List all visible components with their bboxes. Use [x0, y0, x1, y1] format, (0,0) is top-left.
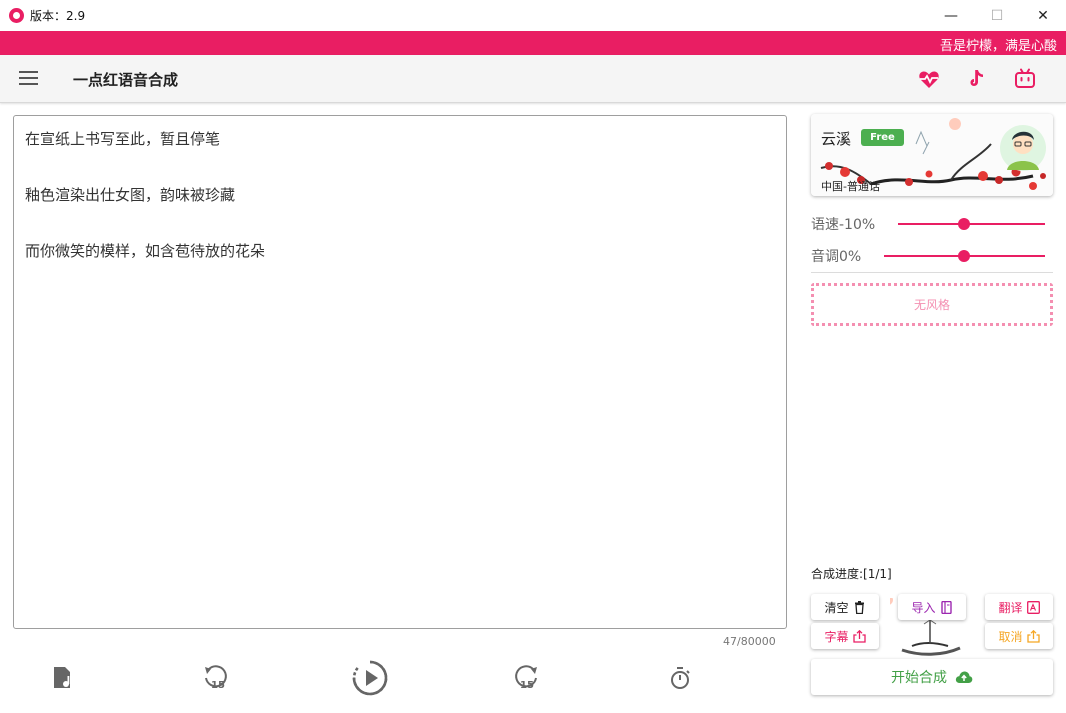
subtitle-button[interactable]: 字幕 [811, 623, 879, 649]
forward-seconds-label: 15 [520, 680, 534, 691]
synthesis-progress: 合成进度:[1/1] [811, 567, 892, 581]
cloud-upload-icon [955, 670, 973, 684]
maximize-button[interactable]: ☐ [974, 0, 1020, 31]
slogan-banner: 吾是柠檬，满是心酸 [0, 31, 1066, 55]
speed-slider-thumb[interactable] [958, 218, 970, 230]
translate-button[interactable]: 翻译 [985, 594, 1053, 620]
window-title-bar: 版本：2.9 — ☐ ✕ [0, 0, 1066, 31]
app-bar: 一点红语音合成 [0, 55, 1066, 103]
style-selector[interactable]: 无风格 [811, 283, 1053, 326]
pitch-slider-thumb[interactable] [958, 250, 970, 262]
trash-icon [853, 600, 866, 614]
menu-icon[interactable] [19, 71, 39, 87]
voice-card[interactable]: 云溪 Free 中国-普通话 [811, 114, 1053, 196]
notebook-icon [940, 600, 953, 614]
start-label: 开始合成 [891, 670, 947, 686]
forward-15-icon[interactable]: 15 [511, 664, 541, 692]
share-icon [1026, 629, 1040, 643]
speed-label: 语速-10% [811, 217, 876, 233]
rewind-15-icon[interactable]: 15 [201, 664, 231, 692]
rewind-seconds-label: 15 [211, 680, 225, 691]
translate-label: 翻译 [998, 600, 1023, 615]
cancel-button[interactable]: 取消 [985, 623, 1053, 649]
import-button[interactable]: 导入 [898, 594, 966, 620]
editor-line[interactable]: 在宣纸上书写至此，暂且停笔 [25, 128, 775, 150]
style-label: 无风格 [913, 298, 950, 312]
voice-locale: 中国-普通话 [821, 180, 880, 193]
editor-line[interactable]: 而你微笑的模样，如含苞待放的花朵 [25, 240, 775, 262]
clear-button[interactable]: 清空 [811, 594, 879, 620]
character-counter: 47/80000 [723, 635, 776, 648]
tiktok-icon[interactable] [965, 67, 989, 91]
slogan-text: 吾是柠檬，满是心酸 [939, 39, 1057, 54]
free-badge: Free [861, 129, 904, 146]
translate-icon [1026, 600, 1040, 614]
play-icon[interactable] [351, 659, 389, 697]
pitch-label: 音调0% [811, 249, 862, 265]
app-logo-icon [9, 8, 24, 23]
window-title: 版本：2.9 [30, 9, 86, 23]
cancel-label: 取消 [998, 629, 1023, 644]
divider [811, 272, 1053, 273]
start-synthesis-button[interactable]: 开始合成 [811, 659, 1053, 695]
speed-slider-track[interactable] [898, 223, 1045, 225]
app-title: 一点红语音合成 [73, 71, 179, 89]
bilibili-icon[interactable] [1013, 67, 1037, 91]
share-icon [852, 629, 866, 643]
clear-label: 清空 [824, 600, 849, 615]
close-button[interactable]: ✕ [1020, 0, 1066, 31]
music-file-icon[interactable] [49, 665, 75, 691]
voice-name: 云溪 [821, 130, 852, 148]
text-editor[interactable]: 在宣纸上书写至此，暂且停笔 釉色渲染出仕女图，韵味被珍藏 而你微笑的模样，如含苞… [13, 115, 787, 629]
editor-line[interactable]: 釉色渲染出仕女图，韵味被珍藏 [25, 184, 775, 206]
subtitle-label: 字幕 [824, 629, 849, 644]
import-label: 导入 [911, 600, 936, 615]
heartbeat-icon[interactable] [917, 67, 941, 91]
minimize-button[interactable]: — [928, 0, 974, 31]
timer-icon[interactable] [667, 665, 693, 691]
